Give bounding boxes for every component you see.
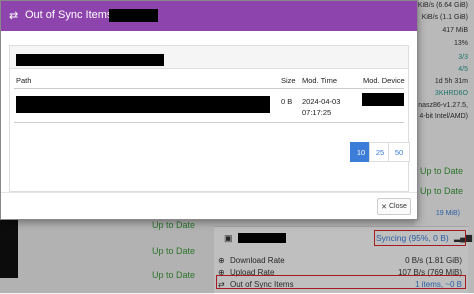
redacted-folder-name	[16, 54, 164, 66]
redacted-mod-device	[362, 93, 404, 106]
redacted-file-path	[16, 96, 270, 113]
modal-title: Out of Sync Items -	[25, 9, 120, 21]
close-icon: ✕	[381, 203, 387, 211]
modal-footer: ✕ Close	[1, 192, 417, 220]
items-panel: Path Size Mod. Time Mod. Device 0 B 2024…	[9, 45, 410, 192]
row-mod-date: 2024-04-03	[302, 97, 341, 106]
sync-icon: ⇄	[9, 10, 19, 22]
row-size: 0 B	[281, 97, 293, 106]
panel-heading	[10, 46, 408, 69]
col-path: Path	[16, 76, 32, 85]
modal-header: ⇄ Out of Sync Items -	[1, 1, 417, 31]
page-size-50[interactable]: 50	[388, 142, 410, 162]
row-mod-time: 07:17:25	[302, 108, 332, 117]
out-of-sync-modal: ⇄ Out of Sync Items - Path Size Mod. Tim…	[0, 0, 418, 220]
col-size: Size	[281, 76, 296, 85]
close-button[interactable]: ✕ Close	[377, 198, 411, 215]
row-divider	[14, 122, 404, 123]
col-mod-device: Mod. Device	[363, 76, 405, 85]
col-mod-time: Mod. Time	[302, 76, 338, 85]
header-divider	[14, 88, 404, 89]
redacted-device-name	[109, 9, 158, 22]
close-label: Close	[388, 203, 407, 210]
